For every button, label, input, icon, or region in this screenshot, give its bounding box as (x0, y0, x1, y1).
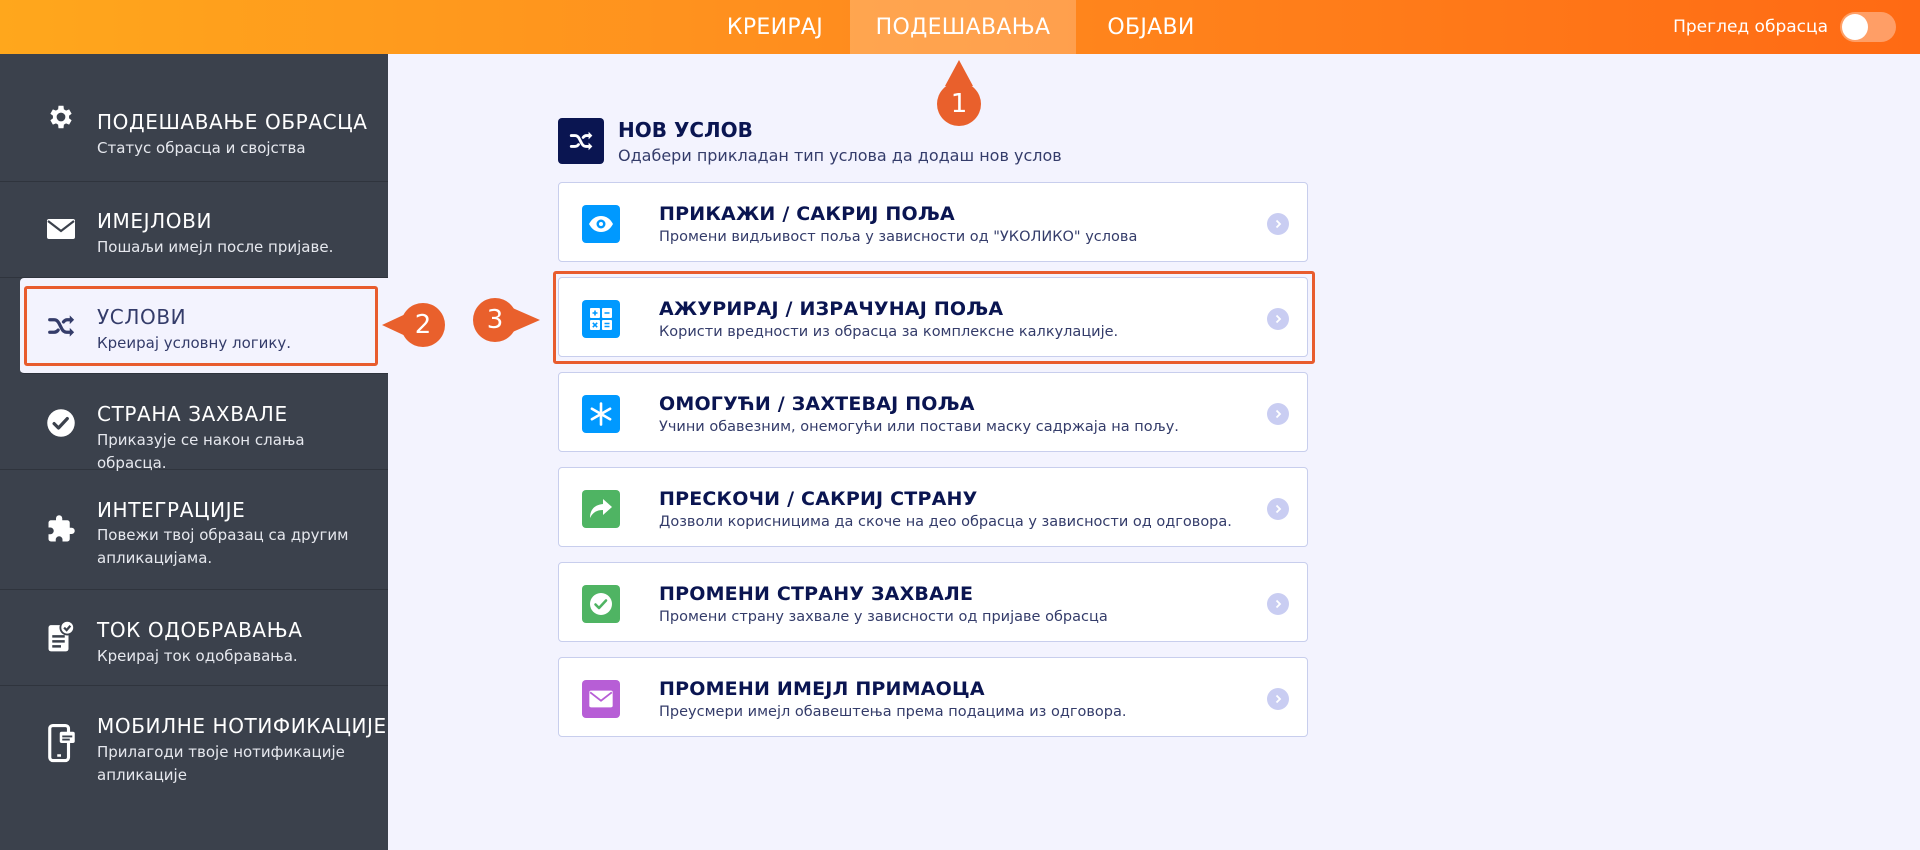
envelope-icon (582, 680, 620, 718)
sidebar-item-mobile-notifications[interactable]: МОБИЛНЕ НОТИФИКАЦИЈЕ Прилагоди твоје нот… (0, 686, 388, 850)
sidebar-item-integrations[interactable]: ИНТЕГРАЦИЈЕ Повежи твој образац са други… (0, 470, 388, 590)
sidebar-item-subtitle: Прилагоди твоје нотификације апликације (97, 743, 345, 784)
page-subtitle: Одабери прикладан тип услова да додаш но… (618, 146, 1062, 165)
sidebar-item-title: ПОДЕШАВАЊЕ ОБРАСЦА (97, 110, 368, 134)
condition-card-enable-require[interactable]: ОМОГУЋИ / ЗАХТЕВАЈ ПОЉА Учини обавезним,… (558, 372, 1308, 452)
sidebar-item-subtitle: Пошаљи имејл после пријаве. (97, 238, 334, 256)
mobile-notification-icon (44, 723, 78, 763)
condition-card-skip-hide-page[interactable]: ПРЕСКОЧИ / САКРИЈ СТРАНУ Дозволи корисни… (558, 467, 1308, 547)
highlight-box-update-calculate (553, 271, 1315, 364)
chevron-right-icon (1267, 213, 1289, 235)
toggle-knob (1842, 14, 1868, 40)
top-nav: КРЕИРАЈ ПОДЕШАВАЊА ОБЈАВИ (700, 0, 1226, 54)
check-circle-icon (582, 585, 620, 623)
condition-card-show-hide[interactable]: ПРИКАЖИ / САКРИЈ ПОЉА Промени видљивост … (558, 182, 1308, 262)
sidebar-item-title: СТРАНА ЗАХВАЛЕ (97, 402, 288, 426)
sidebar-item-title: МОБИЛНЕ НОТИФИКАЦИЈЕ (97, 714, 387, 738)
condition-card-change-thank-you[interactable]: ПРОМЕНИ СТРАНУ ЗАХВАЛЕ Промени страну за… (558, 562, 1308, 642)
chevron-right-icon (1267, 403, 1289, 425)
card-subtitle: Промени страну захвале у зависности од п… (659, 609, 1108, 625)
page-title: НОВ УСЛОВ (618, 118, 753, 142)
step-badge-2: 2 (401, 303, 445, 347)
eye-icon (582, 205, 620, 243)
check-circle-icon (44, 406, 78, 440)
sidebar-item-subtitle: Повежи твој образац са другим апликација… (97, 526, 349, 567)
preview-toggle[interactable] (1840, 12, 1896, 42)
tab-create[interactable]: КРЕИРАЈ (700, 0, 850, 54)
card-title: ПРИКАЖИ / САКРИЈ ПОЉА (659, 203, 955, 225)
card-title: ПРОМЕНИ СТРАНУ ЗАХВАЛЕ (659, 583, 974, 605)
card-subtitle: Дозволи корисницима да скоче на део обра… (659, 514, 1232, 530)
puzzle-icon (44, 512, 78, 546)
card-subtitle: Учини обавезним, онемогући или постави м… (659, 419, 1179, 435)
preview-label: Преглед обрасца (1673, 17, 1828, 37)
sidebar-item-subtitle: Приказује се након слања обрасца. (97, 431, 305, 472)
chevron-right-icon (1267, 498, 1289, 520)
card-title: ПРОМЕНИ ИМЕЈЛ ПРИМАОЦА (659, 678, 985, 700)
envelope-icon (44, 212, 78, 246)
sidebar-item-subtitle: Креирај ток одобравања. (97, 647, 298, 665)
gear-icon (44, 100, 78, 134)
tab-settings[interactable]: ПОДЕШАВАЊА (850, 0, 1076, 54)
card-title: ПРЕСКОЧИ / САКРИЈ СТРАНУ (659, 488, 978, 510)
settings-sidebar: ПОДЕШАВАЊЕ ОБРАСЦА Статус обрасца и свој… (0, 54, 388, 850)
form-preview: Преглед обрасца (1673, 0, 1896, 54)
share-arrow-icon (582, 490, 620, 528)
card-title: ОМОГУЋИ / ЗАХТЕВАЈ ПОЉА (659, 393, 975, 415)
top-bar: КРЕИРАЈ ПОДЕШАВАЊА ОБЈАВИ Преглед обрасц… (0, 0, 1920, 54)
step-badge-1: 1 (937, 82, 981, 126)
tab-publish[interactable]: ОБЈАВИ (1076, 0, 1226, 54)
sidebar-item-title: ИМЕЈЛОВИ (97, 209, 213, 233)
chevron-right-icon (1267, 593, 1289, 615)
card-subtitle: Преусмери имејл обавештења према подацим… (659, 704, 1127, 720)
highlight-box-conditions (24, 286, 378, 366)
sidebar-item-subtitle: Статус обрасца и својства (97, 139, 306, 157)
condition-card-change-email-recipient[interactable]: ПРОМЕНИ ИМЕЈЛ ПРИМАОЦА Преусмери имејл о… (558, 657, 1308, 737)
sidebar-item-thank-you-page[interactable]: СТРАНА ЗАХВАЛЕ Приказује се након слања … (0, 374, 388, 472)
sidebar-item-approval-flow[interactable]: ТОК ОДОБРАВАЊА Креирај ток одобравања. (0, 590, 388, 686)
asterisk-icon (582, 395, 620, 433)
approval-doc-icon (44, 620, 78, 654)
sidebar-item-title: ТОК ОДОБРАВАЊА (97, 618, 303, 642)
card-subtitle: Промени видљивост поља у зависности од "… (659, 229, 1138, 245)
sidebar-item-form-settings[interactable]: ПОДЕШАВАЊЕ ОБРАСЦА Статус обрасца и свој… (0, 54, 388, 182)
callout-pointer (508, 306, 540, 334)
shuffle-icon (558, 118, 604, 164)
chevron-right-icon (1267, 688, 1289, 710)
sidebar-item-title: ИНТЕГРАЦИЈЕ (97, 498, 246, 522)
sidebar-item-emails[interactable]: ИМЕЈЛОВИ Пошаљи имејл после пријаве. (0, 182, 388, 278)
